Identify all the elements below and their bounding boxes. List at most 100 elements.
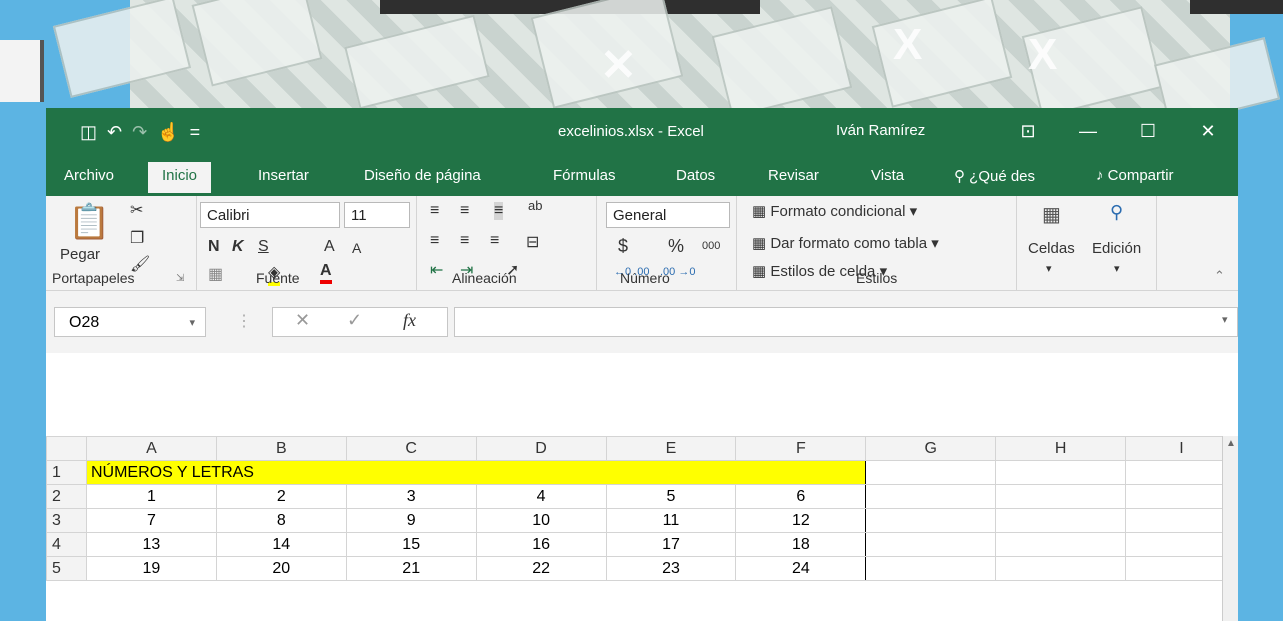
cell[interactable]: 18 bbox=[735, 532, 867, 557]
cell[interactable] bbox=[865, 484, 997, 509]
percent-button[interactable]: % bbox=[668, 236, 684, 257]
row-header[interactable]: 2 bbox=[46, 484, 87, 509]
customize-qat-icon[interactable]: = bbox=[190, 122, 201, 143]
cell[interactable]: 6 bbox=[735, 484, 867, 509]
comma-style-button[interactable]: 000 bbox=[702, 240, 720, 252]
title-cell[interactable]: NÚMEROS Y LETRAS bbox=[85, 460, 867, 485]
cell[interactable] bbox=[865, 556, 997, 581]
column-header[interactable]: B bbox=[215, 436, 347, 461]
cells-button[interactable]: Celdas bbox=[1028, 240, 1075, 257]
row-header[interactable]: 1 bbox=[46, 460, 87, 485]
cell[interactable]: 1 bbox=[85, 484, 217, 509]
tab-insertar[interactable]: Insertar bbox=[258, 167, 309, 184]
cell[interactable]: 3 bbox=[345, 484, 477, 509]
cell[interactable]: 15 bbox=[345, 532, 477, 557]
cell[interactable]: 8 bbox=[215, 508, 347, 533]
cell[interactable]: 22 bbox=[475, 556, 607, 581]
borders-icon[interactable]: ▦ bbox=[208, 264, 223, 284]
cell[interactable]: 13 bbox=[85, 532, 217, 557]
close-button[interactable]: ✕ bbox=[1178, 108, 1238, 156]
font-name-dropdown[interactable]: Calibri bbox=[200, 202, 340, 228]
column-header[interactable]: F bbox=[735, 436, 867, 461]
merge-center-icon[interactable]: ⊟ bbox=[526, 232, 539, 252]
column-header[interactable]: C bbox=[345, 436, 477, 461]
cell[interactable] bbox=[995, 508, 1127, 533]
italic-button[interactable]: K bbox=[232, 238, 244, 256]
cell[interactable] bbox=[1125, 532, 1238, 557]
cell[interactable] bbox=[865, 532, 997, 557]
search-icon[interactable]: ⚲ bbox=[1110, 202, 1123, 223]
scroll-up-icon[interactable]: ▲ bbox=[1226, 438, 1236, 449]
cancel-icon[interactable]: ✕ bbox=[295, 310, 310, 331]
format-as-table-button[interactable]: ▦ Dar formato como tabla ▾ bbox=[752, 234, 939, 252]
formula-input[interactable] bbox=[454, 307, 1238, 337]
cell[interactable]: 9 bbox=[345, 508, 477, 533]
tab-vista[interactable]: Vista bbox=[871, 167, 904, 184]
cell[interactable]: 2 bbox=[215, 484, 347, 509]
conditional-format-button[interactable]: ▦ Formato condicional ▾ bbox=[752, 202, 917, 220]
cell[interactable] bbox=[995, 484, 1127, 509]
dialog-launcher-icon[interactable]: ⇲ bbox=[176, 273, 184, 284]
name-box[interactable]: O28 ▾ bbox=[54, 307, 206, 337]
row-header[interactable]: 5 bbox=[46, 556, 87, 581]
share-button[interactable]: ♪ Compartir bbox=[1096, 167, 1174, 184]
underline-button[interactable]: S bbox=[258, 238, 269, 256]
cell[interactable] bbox=[1125, 556, 1238, 581]
tell-me-search[interactable]: ⚲ ¿Qué des bbox=[954, 167, 1035, 185]
cell[interactable] bbox=[995, 556, 1127, 581]
align-middle-icon[interactable]: ≡ bbox=[460, 202, 469, 220]
column-header[interactable]: E bbox=[605, 436, 737, 461]
tab-inicio[interactable]: Inicio bbox=[148, 162, 212, 193]
row-header[interactable]: 4 bbox=[46, 532, 87, 557]
tab-revisar[interactable]: Revisar bbox=[768, 167, 819, 184]
font-color-icon[interactable]: A bbox=[320, 262, 332, 284]
cell[interactable] bbox=[1125, 484, 1238, 509]
cell[interactable]: 11 bbox=[605, 508, 737, 533]
decrease-indent-icon[interactable]: ⇤ bbox=[430, 260, 443, 280]
cell[interactable] bbox=[865, 508, 997, 533]
cell[interactable]: 4 bbox=[475, 484, 607, 509]
cell[interactable]: 20 bbox=[215, 556, 347, 581]
paste-icon[interactable]: 📋 bbox=[68, 202, 110, 242]
chevron-down-icon[interactable]: ▾ bbox=[189, 308, 195, 338]
cell[interactable]: 14 bbox=[215, 532, 347, 557]
cell[interactable] bbox=[1125, 460, 1238, 485]
font-size-dropdown[interactable]: 11 bbox=[344, 202, 410, 228]
shrink-font-button[interactable]: A bbox=[352, 240, 361, 256]
minimize-button[interactable]: — bbox=[1058, 108, 1118, 156]
cell[interactable]: 23 bbox=[605, 556, 737, 581]
redo-icon[interactable]: ↷ bbox=[132, 122, 147, 143]
cell[interactable]: 10 bbox=[475, 508, 607, 533]
align-top-icon[interactable]: ≡ bbox=[430, 202, 439, 220]
cell[interactable]: 19 bbox=[85, 556, 217, 581]
grow-font-button[interactable]: A bbox=[324, 238, 335, 256]
tab-archivo[interactable]: Archivo bbox=[64, 167, 114, 184]
expand-formula-bar-icon[interactable]: ▾ bbox=[1222, 313, 1228, 326]
cell[interactable]: 7 bbox=[85, 508, 217, 533]
chevron-down-icon[interactable]: ▾ bbox=[1046, 262, 1052, 275]
align-bottom-icon[interactable]: ≡ bbox=[494, 202, 504, 220]
cut-icon[interactable]: ✂ bbox=[130, 200, 143, 220]
tab-diseno-pagina[interactable]: Diseño de página bbox=[364, 167, 481, 184]
touch-mode-icon[interactable]: ☝ bbox=[157, 122, 179, 143]
save-icon[interactable]: ◫ bbox=[80, 122, 97, 143]
vertical-scrollbar[interactable]: ▲ bbox=[1222, 436, 1238, 621]
insert-function-icon[interactable]: fx bbox=[403, 310, 416, 331]
cells-icon[interactable]: ▦ bbox=[1042, 202, 1061, 227]
ribbon-display-options-icon[interactable]: ⊡ bbox=[998, 108, 1058, 156]
copy-icon[interactable]: ❐ bbox=[130, 228, 144, 248]
column-header[interactable]: I bbox=[1125, 436, 1238, 461]
number-format-dropdown[interactable]: General bbox=[606, 202, 730, 228]
cell[interactable]: 5 bbox=[605, 484, 737, 509]
tab-formulas[interactable]: Fórmulas bbox=[553, 167, 616, 184]
cell[interactable]: 24 bbox=[735, 556, 867, 581]
select-all-corner[interactable] bbox=[46, 436, 87, 461]
center-icon[interactable]: ≡ bbox=[460, 232, 469, 250]
column-header[interactable]: D bbox=[475, 436, 607, 461]
column-header[interactable]: H bbox=[995, 436, 1127, 461]
column-header[interactable]: G bbox=[865, 436, 997, 461]
currency-button[interactable]: $ bbox=[618, 236, 628, 257]
collapse-ribbon-icon[interactable]: ⌃ bbox=[1214, 268, 1225, 284]
cell[interactable] bbox=[865, 460, 997, 485]
bold-button[interactable]: N bbox=[208, 238, 220, 256]
